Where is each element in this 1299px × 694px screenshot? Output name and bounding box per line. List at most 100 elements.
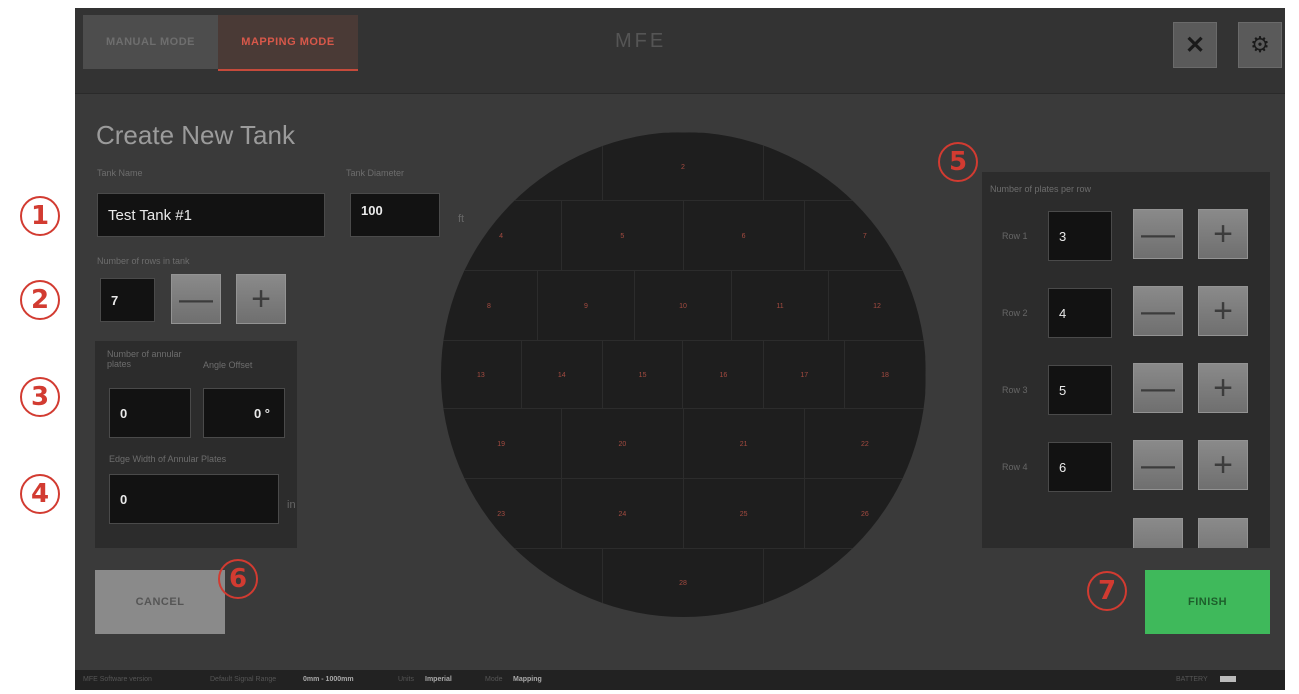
- plate-row: 4 5 6 7: [441, 200, 926, 271]
- edge-width-input[interactable]: 0: [109, 474, 279, 524]
- plate[interactable]: 20: [562, 409, 684, 479]
- tank-name-label: Tank Name: [97, 168, 143, 178]
- row-increment-button[interactable]: +: [1198, 209, 1248, 259]
- plate[interactable]: 8: [441, 271, 538, 341]
- plate[interactable]: 14: [522, 341, 603, 409]
- row-label: Row 2: [1002, 308, 1028, 318]
- tools-button[interactable]: ✕: [1173, 22, 1217, 68]
- row-decrement-button[interactable]: —: [1133, 440, 1183, 490]
- annular-plates-panel: Number of annular plates Angle Offset 0 …: [95, 341, 297, 548]
- plate-row: 27 28 29: [441, 548, 926, 617]
- plate[interactable]: 4: [441, 201, 563, 271]
- edge-width-unit: in: [287, 499, 296, 511]
- annotation-marker: 2: [20, 280, 60, 320]
- row-label: Row 1: [1002, 231, 1028, 241]
- software-version-label: MFE Software version: [83, 676, 152, 683]
- annotation-marker: 6: [218, 559, 258, 599]
- rows-decrement-button[interactable]: —: [171, 274, 221, 324]
- annular-plates-input[interactable]: 0: [109, 388, 191, 438]
- settings-button[interactable]: ⚙: [1238, 22, 1282, 68]
- plate[interactable]: 25: [684, 479, 805, 549]
- plate[interactable]: 7: [805, 201, 926, 271]
- row-plates-input[interactable]: 4: [1048, 288, 1112, 338]
- annotation-marker: 1: [20, 196, 60, 236]
- plate[interactable]: 17: [764, 341, 846, 409]
- annotation-marker: 7: [1087, 571, 1127, 611]
- battery-icon: [1220, 676, 1236, 682]
- plate[interactable]: 2: [603, 133, 765, 201]
- plate-row: 8 9 10 11 12: [441, 270, 926, 341]
- units-label: Units: [398, 676, 414, 683]
- plate[interactable]: 15: [603, 341, 684, 409]
- plates-per-row-label: Number of plates per row: [990, 184, 1092, 194]
- rows-input[interactable]: 7: [100, 278, 155, 322]
- rows-increment-button[interactable]: +: [236, 274, 286, 324]
- plate[interactable]: 11: [732, 271, 829, 341]
- plate[interactable]: 18: [845, 341, 926, 409]
- plate[interactable]: 21: [684, 409, 805, 479]
- battery-label: BATTERY: [1176, 676, 1208, 683]
- tank-name-input[interactable]: Test Tank #1: [97, 193, 325, 237]
- annular-plates-label: Number of annular plates: [107, 349, 182, 369]
- units-value: Imperial: [425, 676, 452, 683]
- plate[interactable]: 5: [562, 201, 684, 271]
- edge-width-label: Edge Width of Annular Plates: [109, 454, 227, 464]
- row-label: Row 4: [1002, 462, 1028, 472]
- plates-per-row-panel: Number of plates per row Row 1 3 — + Row…: [982, 172, 1270, 548]
- angle-offset-label: Angle Offset: [203, 360, 253, 370]
- tab-manual-mode[interactable]: MANUAL MODE: [83, 15, 218, 69]
- tab-mapping-mode[interactable]: MAPPING MODE: [218, 15, 358, 71]
- tank-plate-map[interactable]: 1 2 3 4 5 6 7 8 9 10 11 12 13 14 15 16 1…: [441, 132, 926, 617]
- row-label: Row 3: [1002, 385, 1028, 395]
- status-bar: MFE Software version Default Signal Rang…: [75, 670, 1285, 690]
- cancel-button[interactable]: CANCEL: [95, 570, 225, 634]
- plate-row: 1 2 3: [441, 132, 926, 201]
- logo: MFE: [615, 30, 667, 52]
- plate[interactable]: 13: [441, 341, 522, 409]
- annotation-marker: 5: [938, 142, 978, 182]
- plate[interactable]: 23: [441, 479, 563, 549]
- plate[interactable]: 24: [562, 479, 684, 549]
- finish-button[interactable]: FINISH: [1145, 570, 1270, 634]
- tools-icon: ✕: [1184, 31, 1206, 59]
- row-decrement-button[interactable]: —: [1133, 286, 1183, 336]
- page-title: Create New Tank: [96, 120, 295, 150]
- plate-row: 23 24 25 26: [441, 478, 926, 549]
- plate[interactable]: 22: [805, 409, 926, 479]
- plate[interactable]: 29: [764, 549, 926, 617]
- plate[interactable]: 27: [441, 549, 603, 617]
- plate-row: 19 20 21 22: [441, 408, 926, 479]
- row-plates-input[interactable]: 3: [1048, 211, 1112, 261]
- annotation-marker: 4: [20, 474, 60, 514]
- plate[interactable]: 28: [603, 549, 765, 617]
- row-decrement-button[interactable]: —: [1133, 363, 1183, 413]
- plate[interactable]: 19: [441, 409, 563, 479]
- row-decrement-button[interactable]: —: [1133, 209, 1183, 259]
- signal-range-value: 0mm - 1000mm: [303, 676, 354, 683]
- plate[interactable]: 16: [683, 341, 765, 409]
- row-increment-button[interactable]: [1198, 518, 1248, 548]
- row-plates-input[interactable]: 5: [1048, 365, 1112, 415]
- plate[interactable]: 6: [684, 201, 805, 271]
- plate[interactable]: 9: [538, 271, 635, 341]
- row-decrement-button[interactable]: [1133, 518, 1183, 548]
- plate[interactable]: 12: [829, 271, 926, 341]
- signal-range-label: Default Signal Range: [210, 676, 277, 683]
- plate[interactable]: 26: [805, 479, 926, 549]
- row-increment-button[interactable]: +: [1198, 363, 1248, 413]
- annotation-marker: 3: [20, 377, 60, 417]
- mode-value: Mapping: [513, 676, 542, 683]
- plate[interactable]: 10: [635, 271, 732, 341]
- angle-offset-input[interactable]: 0 °: [203, 388, 285, 438]
- row-increment-button[interactable]: +: [1198, 440, 1248, 490]
- row-increment-button[interactable]: +: [1198, 286, 1248, 336]
- plate[interactable]: 3: [764, 133, 926, 201]
- row-plates-input[interactable]: 6: [1048, 442, 1112, 492]
- plate-row: 13 14 15 16 17 18: [441, 340, 926, 409]
- tank-diameter-label: Tank Diameter: [346, 168, 405, 178]
- gear-icon: ⚙: [1250, 32, 1270, 57]
- tank-diameter-input[interactable]: 100: [350, 193, 440, 237]
- rows-label: Number of rows in tank: [97, 256, 190, 266]
- plate[interactable]: 1: [441, 133, 603, 201]
- mode-label: Mode: [485, 676, 503, 683]
